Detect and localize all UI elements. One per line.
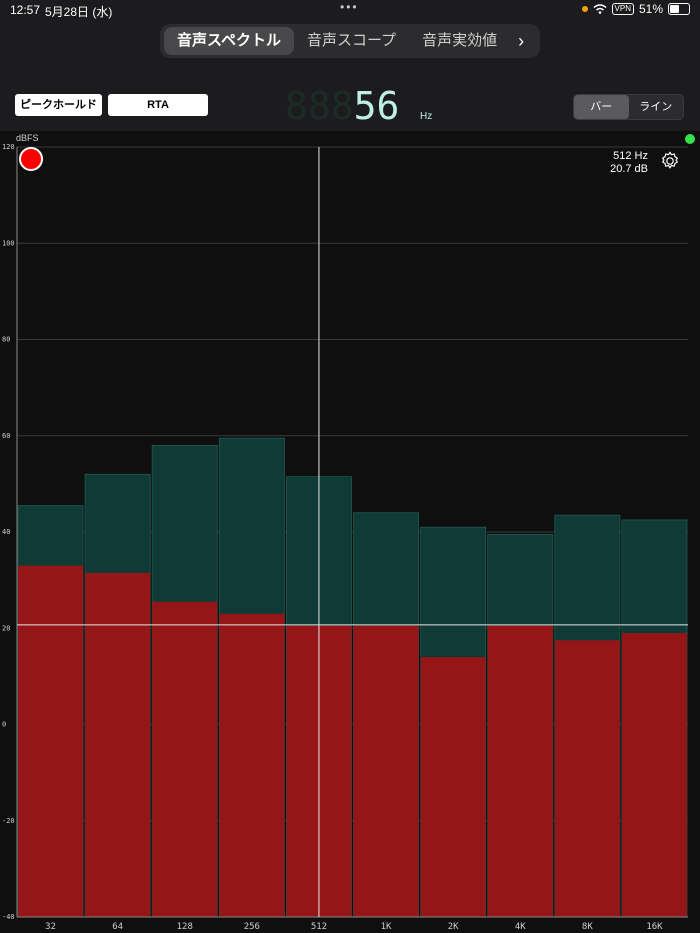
cursor-frequency-readout: 512 Hz [613, 150, 648, 162]
x-tick-label: 4K [515, 922, 526, 932]
signal-indicator-icon [685, 134, 695, 144]
y-tick-label: 0 [2, 721, 6, 729]
y-tick-label: 60 [2, 432, 10, 440]
level-bar [621, 633, 687, 917]
x-tick-label: 256 [244, 922, 260, 932]
x-tick-label: 2K [448, 922, 459, 932]
level-bar [219, 613, 285, 917]
y-tick-label: 20 [2, 624, 10, 632]
settings-gear-icon[interactable] [659, 150, 681, 172]
x-tick-label: 64 [112, 922, 123, 932]
level-bar [554, 640, 620, 917]
y-tick-label: 120 [2, 143, 15, 151]
x-tick-label: 8K [582, 922, 593, 932]
x-tick-label: 1K [381, 922, 392, 932]
x-tick-label: 512 [311, 922, 327, 932]
y-tick-label: -40 [2, 913, 15, 921]
x-tick-label: 128 [177, 922, 193, 932]
y-tick-label: 40 [2, 528, 10, 536]
record-button[interactable] [19, 147, 43, 171]
x-tick-label: 32 [45, 922, 56, 932]
y-tick-label: 100 [2, 239, 15, 247]
level-bar [420, 657, 486, 917]
x-tick-label: 16K [646, 922, 663, 932]
level-bar [353, 625, 419, 917]
y-axis-label: dBFS [16, 133, 39, 143]
spectrum-chart[interactable]: 120 100 80 60 40 20 0 -20 -40 32 64 128 256 512 1K 2K 4K… [0, 0, 700, 933]
level-bar [152, 601, 218, 917]
cursor-level-readout: 20.7 dB [610, 163, 648, 175]
level-bar [487, 625, 553, 917]
y-tick-label: 80 [2, 336, 10, 344]
level-bar [18, 565, 84, 917]
y-tick-label: -20 [2, 817, 15, 825]
